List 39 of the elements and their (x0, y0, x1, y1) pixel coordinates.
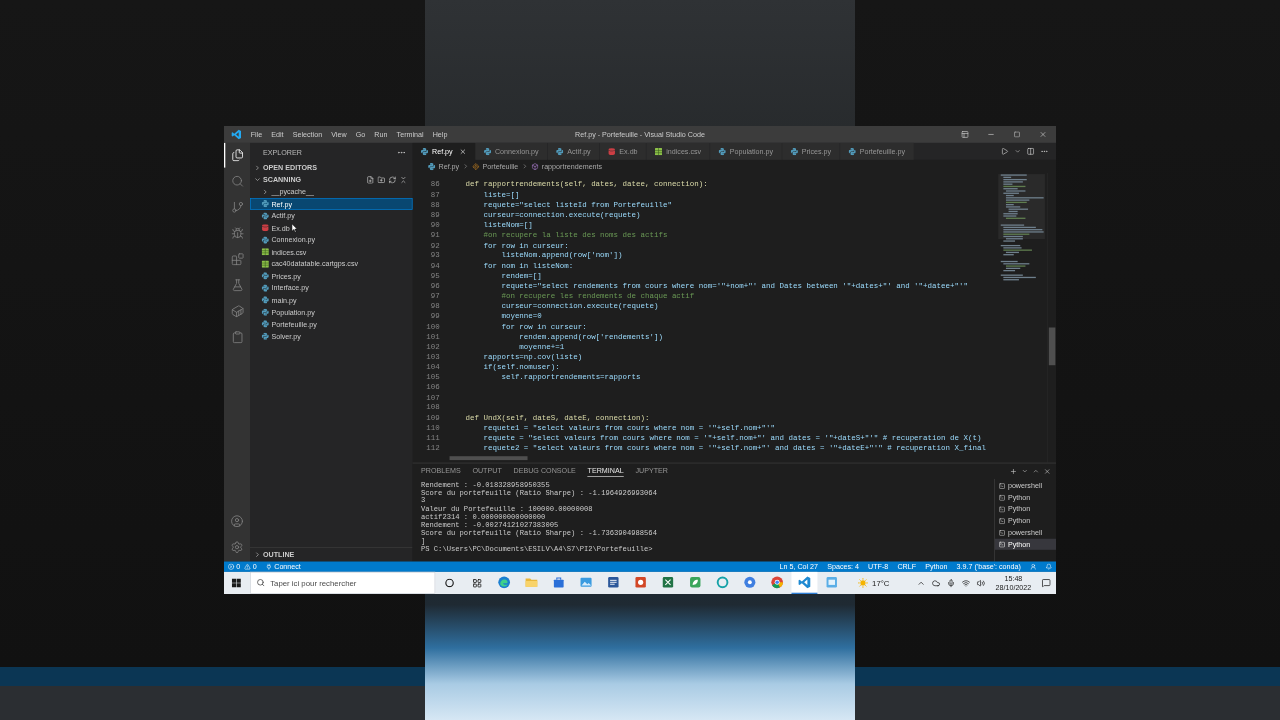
scrollbar-thumb[interactable] (1048, 327, 1055, 366)
four-squares-icon[interactable] (231, 578, 241, 588)
ring-icon (716, 575, 730, 589)
python-file-icon (790, 147, 798, 155)
database-icon (608, 147, 616, 155)
leaf-tile-icon (688, 575, 702, 589)
cross-tile-icon (661, 575, 675, 589)
python-file-icon (261, 284, 269, 292)
swirl-icon (497, 575, 511, 589)
python-file-icon (261, 212, 269, 220)
python-file-icon (261, 332, 269, 340)
document-tile-icon (606, 575, 620, 589)
dot-tile-icon (634, 575, 648, 589)
database-icon (261, 224, 269, 232)
tricolor-circle-icon (770, 575, 784, 589)
python-file-icon (483, 147, 491, 155)
scrollbar-thumb[interactable] (449, 456, 528, 461)
python-file-icon (261, 320, 269, 328)
python-file-icon (261, 236, 269, 244)
python-file-icon (261, 308, 269, 316)
folder-icon (524, 575, 538, 589)
window-tile-icon (825, 575, 839, 589)
python-file-icon (848, 147, 856, 155)
python-file-icon (261, 200, 269, 208)
taskbar-app-button[interactable] (791, 571, 818, 594)
mouse-pointer-icon (291, 223, 298, 233)
table-file-icon (261, 260, 269, 268)
python-file-icon (261, 272, 269, 280)
table-file-icon (655, 147, 663, 155)
python-file-icon (718, 147, 726, 155)
python-file-icon (556, 147, 564, 155)
picture-icon (579, 575, 593, 589)
ribbon-icon (797, 575, 811, 589)
table-file-icon (261, 248, 269, 256)
python-file-icon (428, 162, 436, 170)
python-file-icon (420, 147, 429, 155)
disc-icon (743, 575, 757, 589)
app-logo-icon (231, 129, 242, 140)
python-file-icon (261, 296, 269, 304)
